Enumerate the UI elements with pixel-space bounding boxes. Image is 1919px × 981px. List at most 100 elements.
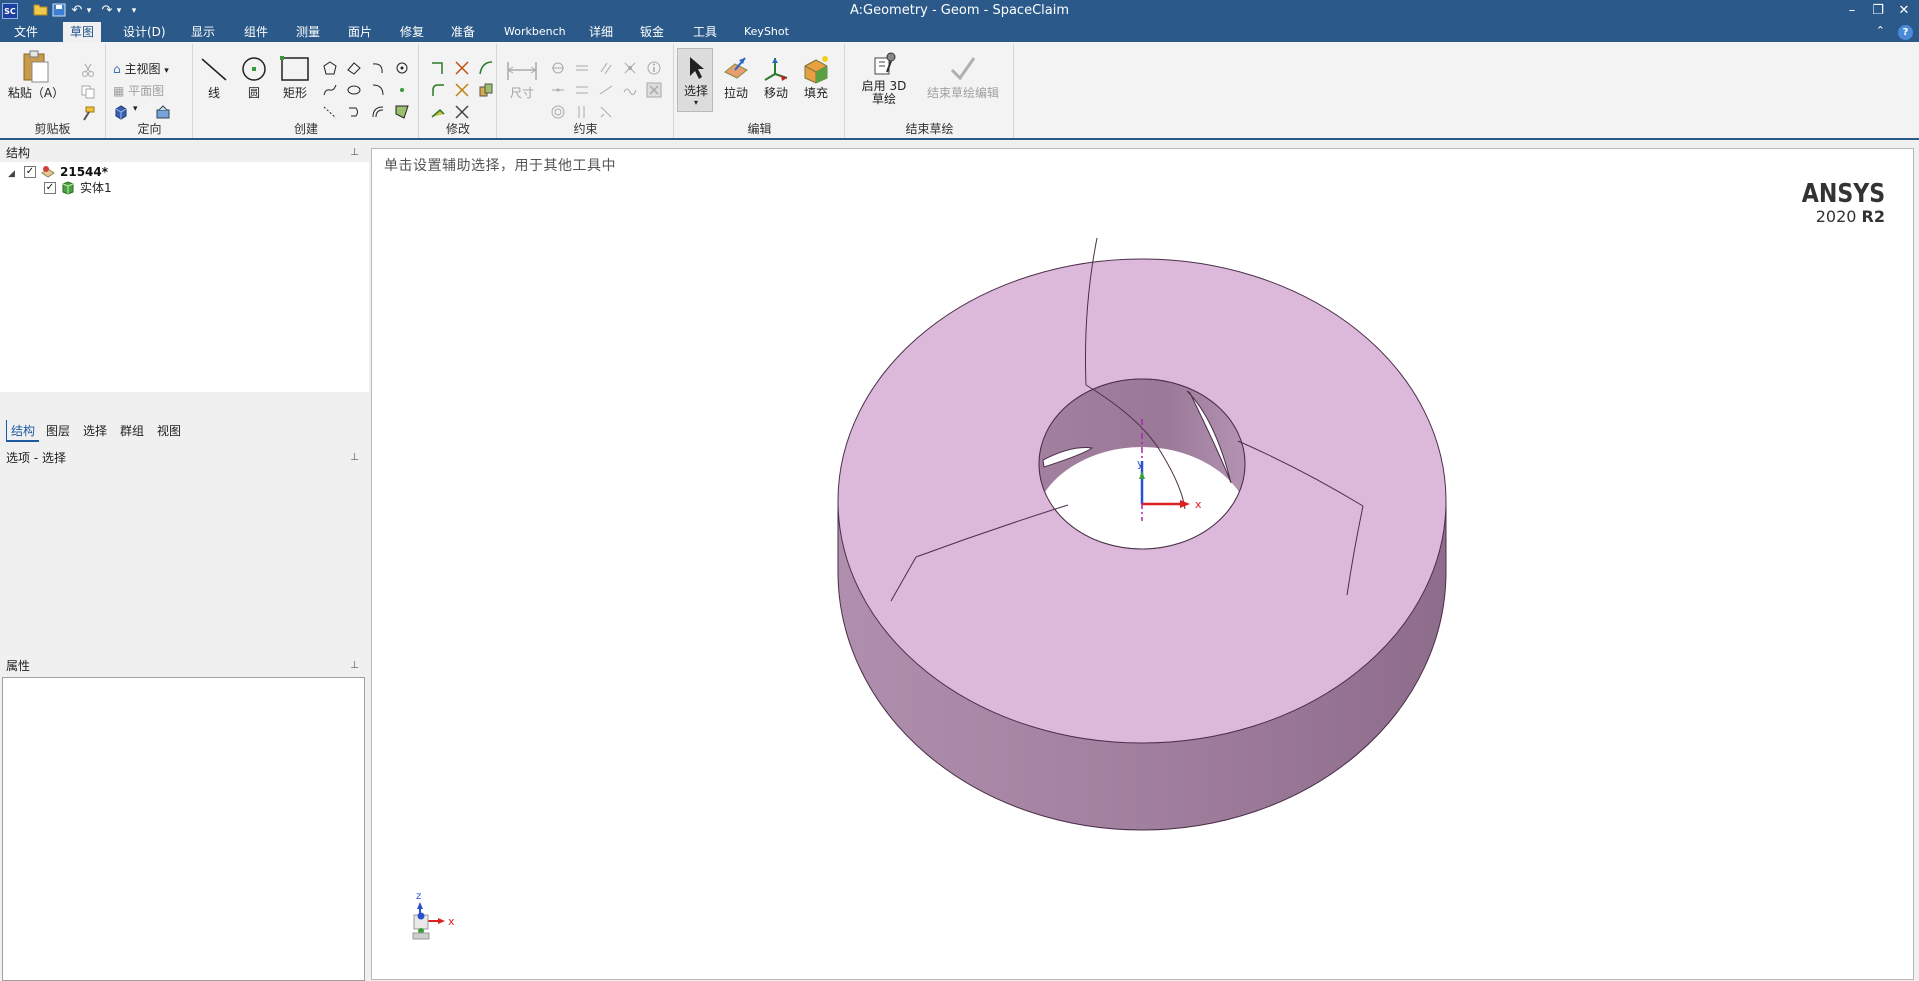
scale-curve-icon[interactable]: [454, 104, 470, 120]
tab-layers[interactable]: 图层: [42, 420, 74, 442]
offset-curve-icon[interactable]: [478, 60, 494, 76]
view-cube-icon[interactable]: [113, 104, 129, 120]
fill-button[interactable]: 填充: [797, 54, 835, 101]
snap-view-icon[interactable]: [155, 104, 171, 120]
tab-tools[interactable]: 工具: [686, 22, 724, 42]
circle-button[interactable]: 圆: [238, 54, 270, 101]
plan-view-button[interactable]: ▦ 平面图: [113, 82, 164, 99]
tab-views[interactable]: 视图: [153, 420, 185, 442]
rectangle-button[interactable]: 矩形: [278, 54, 312, 101]
delete-constraint-icon[interactable]: [646, 82, 662, 98]
face-curve-icon[interactable]: [394, 104, 410, 120]
tab-repair[interactable]: 修复: [393, 22, 431, 42]
perpendicular-constraint-icon[interactable]: [574, 60, 590, 76]
cut-icon[interactable]: [80, 62, 96, 78]
minimize-button[interactable]: –: [1840, 1, 1864, 21]
tab-assembly[interactable]: 组件: [237, 22, 275, 42]
offset-arc-icon[interactable]: [370, 104, 386, 120]
plan-view-icon: ▦: [113, 84, 125, 98]
equal-constraint-icon[interactable]: [574, 82, 590, 98]
slot-icon[interactable]: [346, 104, 362, 120]
tab-measure[interactable]: 测量: [289, 22, 327, 42]
tree-body-label[interactable]: 实体1: [80, 180, 112, 196]
split-curve-icon[interactable]: [454, 82, 470, 98]
midpoint-constraint-icon[interactable]: [574, 104, 590, 120]
tab-sketch[interactable]: 草图: [63, 22, 102, 43]
view-dropdown-icon[interactable]: ▾: [133, 104, 138, 114]
fix-constraint-icon[interactable]: [598, 104, 614, 120]
tree-root-label[interactable]: 21544*: [60, 164, 108, 180]
parallel-constraint-icon[interactable]: [598, 60, 614, 76]
root-visibility-checkbox[interactable]: ✓: [24, 166, 36, 178]
solid-body-icon: [62, 181, 74, 195]
ellipse-icon[interactable]: [346, 82, 362, 98]
copy-icon[interactable]: [80, 84, 96, 100]
constraint-info-icon[interactable]: [646, 60, 662, 76]
horizontal-constraint-icon[interactable]: [550, 60, 566, 76]
tab-groups[interactable]: 群组: [116, 420, 148, 442]
help-icon[interactable]: ?: [1898, 25, 1913, 40]
pull-button[interactable]: 拉动: [717, 54, 755, 101]
home-view-button[interactable]: ⌂ 主视图 ▾: [113, 60, 169, 77]
symmetric-constraint-icon[interactable]: [622, 82, 638, 98]
fill-icon: [804, 56, 828, 84]
create-corner-icon[interactable]: [430, 60, 446, 76]
home-view-dropdown-icon[interactable]: ▾: [164, 66, 169, 76]
ring-model[interactable]: x y: [372, 149, 1913, 979]
body-visibility-checkbox[interactable]: ✓: [44, 182, 56, 194]
close-button[interactable]: ✕: [1892, 1, 1916, 21]
edit-group-label: 编辑: [747, 122, 772, 136]
pin-icon[interactable]: ⊥: [350, 449, 359, 467]
tab-keyshot[interactable]: KeyShot: [737, 22, 796, 42]
design-viewport[interactable]: 单击设置辅助选择，用于其他工具中 ANSYS 2020 R2 x y z x: [371, 148, 1914, 980]
tab-structure[interactable]: 结构: [6, 420, 40, 442]
construction-line-icon[interactable]: [322, 104, 338, 120]
constraint-group-label: 约束: [573, 122, 598, 136]
concentric-constraint-icon[interactable]: [550, 104, 566, 120]
select-button[interactable]: 选择 ▾: [678, 54, 714, 107]
vertical-constraint-icon[interactable]: [550, 82, 566, 98]
sweep-arc-icon[interactable]: [370, 82, 386, 98]
tab-facets[interactable]: 面片: [341, 22, 379, 42]
fill-label: 填充: [803, 86, 828, 100]
tab-sheet-metal[interactable]: 钣金: [633, 22, 671, 42]
move-button[interactable]: 移动: [757, 54, 795, 101]
collapse-ribbon-icon[interactable]: ⌃: [1876, 24, 1885, 37]
point-icon[interactable]: [394, 82, 410, 98]
end-sketch-edit-button[interactable]: 结束草绘编辑: [918, 54, 1008, 101]
dimension-button[interactable]: 尺寸: [502, 56, 542, 101]
pin-icon[interactable]: ⊥: [350, 657, 359, 675]
tab-file[interactable]: 文件: [7, 22, 45, 42]
line-button[interactable]: 线: [198, 54, 230, 101]
tab-detail[interactable]: 详细: [582, 22, 620, 42]
triad-z-label: z: [416, 891, 421, 902]
tree-expander-icon[interactable]: ◢: [8, 164, 15, 180]
three-point-circle-icon[interactable]: [394, 60, 410, 76]
modify-group-label: 修改: [445, 122, 470, 136]
polygon-icon[interactable]: [322, 60, 338, 76]
tab-selection[interactable]: 选择: [79, 420, 111, 442]
tangent-constraint-icon[interactable]: [598, 82, 614, 98]
orientation-triad[interactable]: z x: [412, 889, 472, 945]
pin-icon[interactable]: ⊥: [350, 144, 359, 162]
tab-design[interactable]: 设计(D): [116, 22, 173, 42]
tangent-arc-icon[interactable]: [370, 60, 386, 76]
extend-curve-icon[interactable]: [430, 104, 446, 120]
select-dropdown-icon[interactable]: ▾: [678, 99, 714, 107]
spline-icon[interactable]: [322, 82, 338, 98]
structure-panel-title: 结构 ⊥: [0, 144, 369, 162]
sketch-3d-icon: [874, 52, 896, 75]
enable-3d-sketch-button[interactable]: 启用 3D 草绘: [854, 50, 914, 106]
end-sketch-edit-label: 结束草绘编辑: [926, 86, 999, 100]
fillet-icon[interactable]: [430, 82, 446, 98]
tab-display[interactable]: 显示: [184, 22, 222, 42]
tab-workbench[interactable]: Workbench: [497, 22, 573, 42]
tab-prepare[interactable]: 准备: [444, 22, 482, 42]
move-icon: [764, 58, 788, 81]
three-point-rectangle-icon[interactable]: [346, 60, 362, 76]
paste-button[interactable]: 粘贴（A）: [6, 50, 66, 101]
project-icon[interactable]: [478, 82, 494, 98]
restore-button[interactable]: ❐: [1866, 1, 1890, 21]
trim-away-icon[interactable]: [454, 60, 470, 76]
coincident-constraint-icon[interactable]: [622, 60, 638, 76]
